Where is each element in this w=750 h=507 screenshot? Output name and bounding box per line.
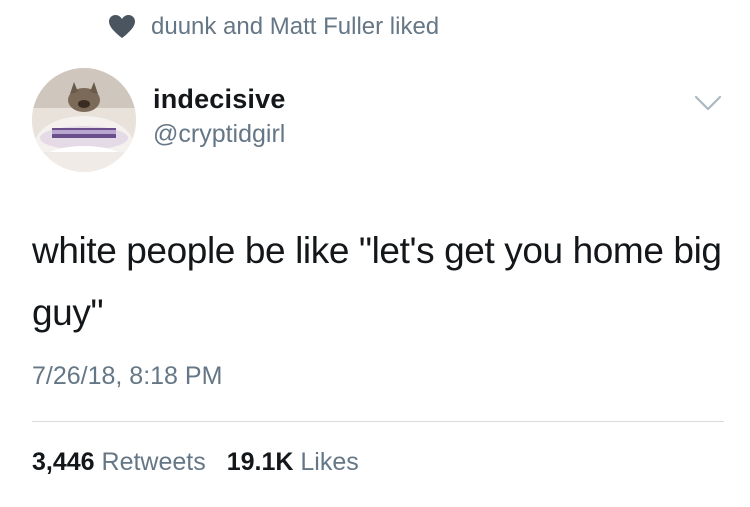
- tweet-text: white people be like "let's get you home…: [32, 230, 722, 333]
- avatar-image: [32, 68, 136, 172]
- tweet-stats: 3,446 Retweets 19.1K Likes: [32, 448, 373, 477]
- retweets-count: 3,446: [32, 448, 95, 476]
- avatar[interactable]: [32, 68, 136, 172]
- author-handle[interactable]: @cryptidgirl: [153, 120, 285, 149]
- likes-stat[interactable]: 19.1K Likes: [227, 448, 359, 477]
- divider: [32, 421, 724, 422]
- social-context-text: duunk and Matt Fuller liked: [151, 13, 440, 40]
- social-context: duunk and Matt Fuller liked: [109, 12, 439, 42]
- chevron-down-icon[interactable]: [693, 92, 723, 114]
- heart-icon: [109, 15, 135, 38]
- author-display-name[interactable]: indecisive: [153, 84, 286, 115]
- likes-label: Likes: [300, 448, 359, 476]
- likes-count: 19.1K: [226, 448, 294, 476]
- tweet-timestamp[interactable]: 7/26/18, 8:18 PM: [32, 362, 222, 391]
- tweet-card: duunk and Matt Fuller liked indecisive @…: [0, 0, 750, 507]
- retweets-label: Retweets: [101, 448, 206, 476]
- retweets-stat[interactable]: 3,446 Retweets: [32, 448, 206, 477]
